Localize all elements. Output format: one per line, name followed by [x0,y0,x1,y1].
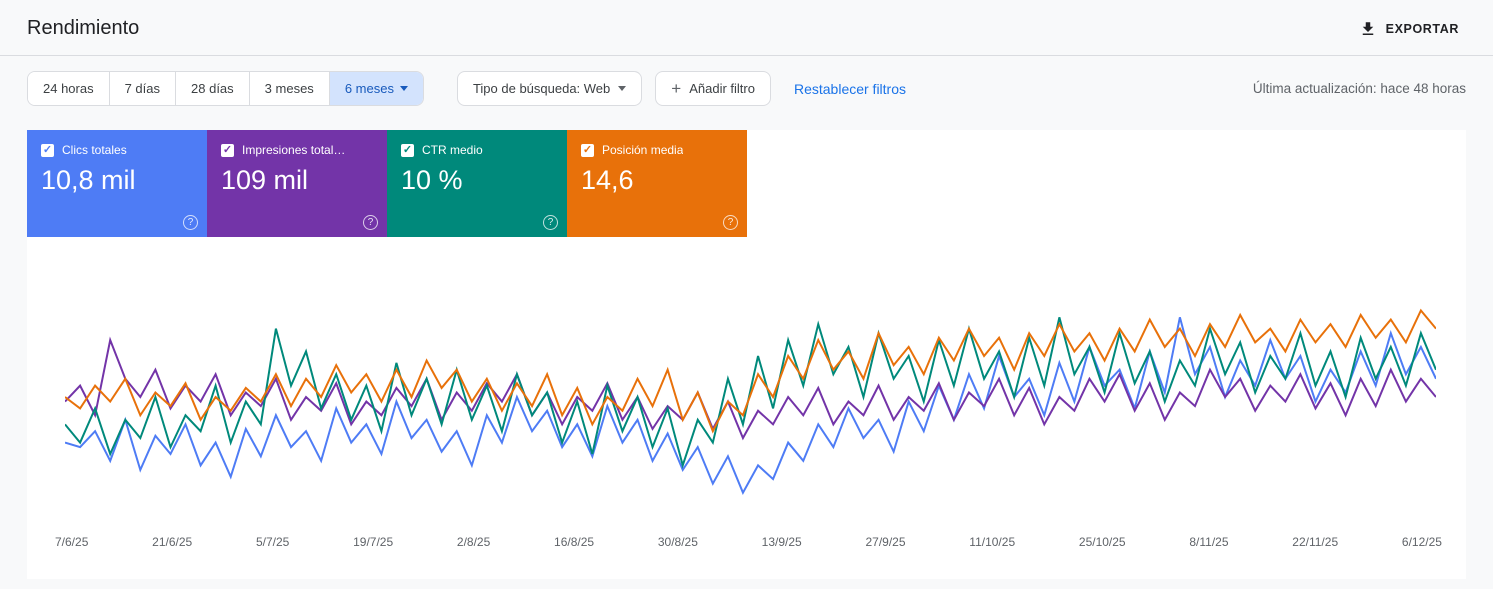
checkbox-checked-icon[interactable]: ✓ [221,144,234,157]
search-type-dropdown[interactable]: Tipo de búsqueda: Web [457,71,642,106]
card-value: 14,6 [581,165,733,196]
card-label: Clics totales [62,143,127,157]
x-tick-label: 19/7/25 [353,535,393,549]
filter-toolbar: 24 horas 7 días 28 días 3 meses 6 meses … [0,56,1493,106]
export-label: EXPORTAR [1386,22,1459,36]
time-range-7-dias[interactable]: 7 días [109,72,175,105]
performance-panel: ✓ Clics totales 10,8 mil ? ✓ Impresiones… [27,130,1466,579]
chevron-down-icon [618,86,626,91]
time-range-selector: 24 horas 7 días 28 días 3 meses 6 meses [27,71,424,106]
card-value: 109 mil [221,165,373,196]
help-icon[interactable]: ? [543,215,558,230]
chart-canvas [65,269,1436,521]
checkbox-checked-icon[interactable]: ✓ [401,144,414,157]
help-icon[interactable]: ? [723,215,738,230]
performance-page: Rendimiento EXPORTAR 24 horas 7 días 28 … [0,0,1493,579]
x-tick-label: 21/6/25 [152,535,192,549]
x-tick-label: 16/8/25 [554,535,594,549]
chart-line-posición-media [65,310,1436,431]
time-range-28-dias[interactable]: 28 días [175,72,249,105]
x-tick-label: 25/10/25 [1079,535,1126,549]
chevron-down-icon [400,86,408,91]
search-type-label: Tipo de búsqueda: Web [473,81,610,96]
x-tick-label: 11/10/25 [969,535,1015,549]
x-tick-label: 8/11/25 [1189,535,1228,549]
card-average-position[interactable]: ✓ Posición media 14,6 ? [567,130,747,237]
card-value: 10,8 mil [41,165,193,196]
chart-line-clics-totales [65,317,1436,492]
time-range-24-horas[interactable]: 24 horas [28,72,109,105]
download-icon [1359,20,1377,38]
time-range-3-meses[interactable]: 3 meses [249,72,329,105]
reset-filters-link[interactable]: Restablecer filtros [794,81,906,97]
help-icon[interactable]: ? [363,215,378,230]
chart-x-axis: 7/6/25 21/6/25 5/7/25 19/7/25 2/8/25 16/8/25 3… [27,521,1466,549]
x-tick-label: 22/11/25 [1292,535,1338,549]
card-label: Posición media [602,143,683,157]
add-filter-button[interactable]: + Añadir filtro [655,71,771,106]
page-header: Rendimiento EXPORTAR [0,0,1493,56]
x-tick-label: 7/6/25 [55,535,88,549]
plus-icon: + [671,80,681,97]
checkbox-checked-icon[interactable]: ✓ [41,144,54,157]
x-tick-label: 27/9/25 [865,535,905,549]
x-tick-label: 6/12/25 [1402,535,1442,549]
time-range-6-meses-label: 6 meses [345,81,394,96]
card-value: 10 % [401,165,553,196]
x-tick-label: 5/7/25 [256,535,289,549]
performance-chart [27,237,1466,521]
card-total-impressions[interactable]: ✓ Impresiones total… 109 mil ? [207,130,387,237]
metric-cards: ✓ Clics totales 10,8 mil ? ✓ Impresiones… [27,130,1466,237]
add-filter-label: Añadir filtro [689,81,755,96]
checkbox-checked-icon[interactable]: ✓ [581,144,594,157]
card-average-ctr[interactable]: ✓ CTR medio 10 % ? [387,130,567,237]
card-label: Impresiones total… [242,143,345,157]
page-title: Rendimiento [27,17,139,40]
time-range-6-meses[interactable]: 6 meses [329,72,423,105]
x-tick-label: 13/9/25 [762,535,802,549]
x-tick-label: 2/8/25 [457,535,490,549]
help-icon[interactable]: ? [183,215,198,230]
last-update-text: Última actualización: hace 48 horas [1253,81,1466,96]
card-total-clicks[interactable]: ✓ Clics totales 10,8 mil ? [27,130,207,237]
x-tick-label: 30/8/25 [658,535,698,549]
card-label: CTR medio [422,143,483,157]
export-button[interactable]: EXPORTAR [1353,19,1465,39]
